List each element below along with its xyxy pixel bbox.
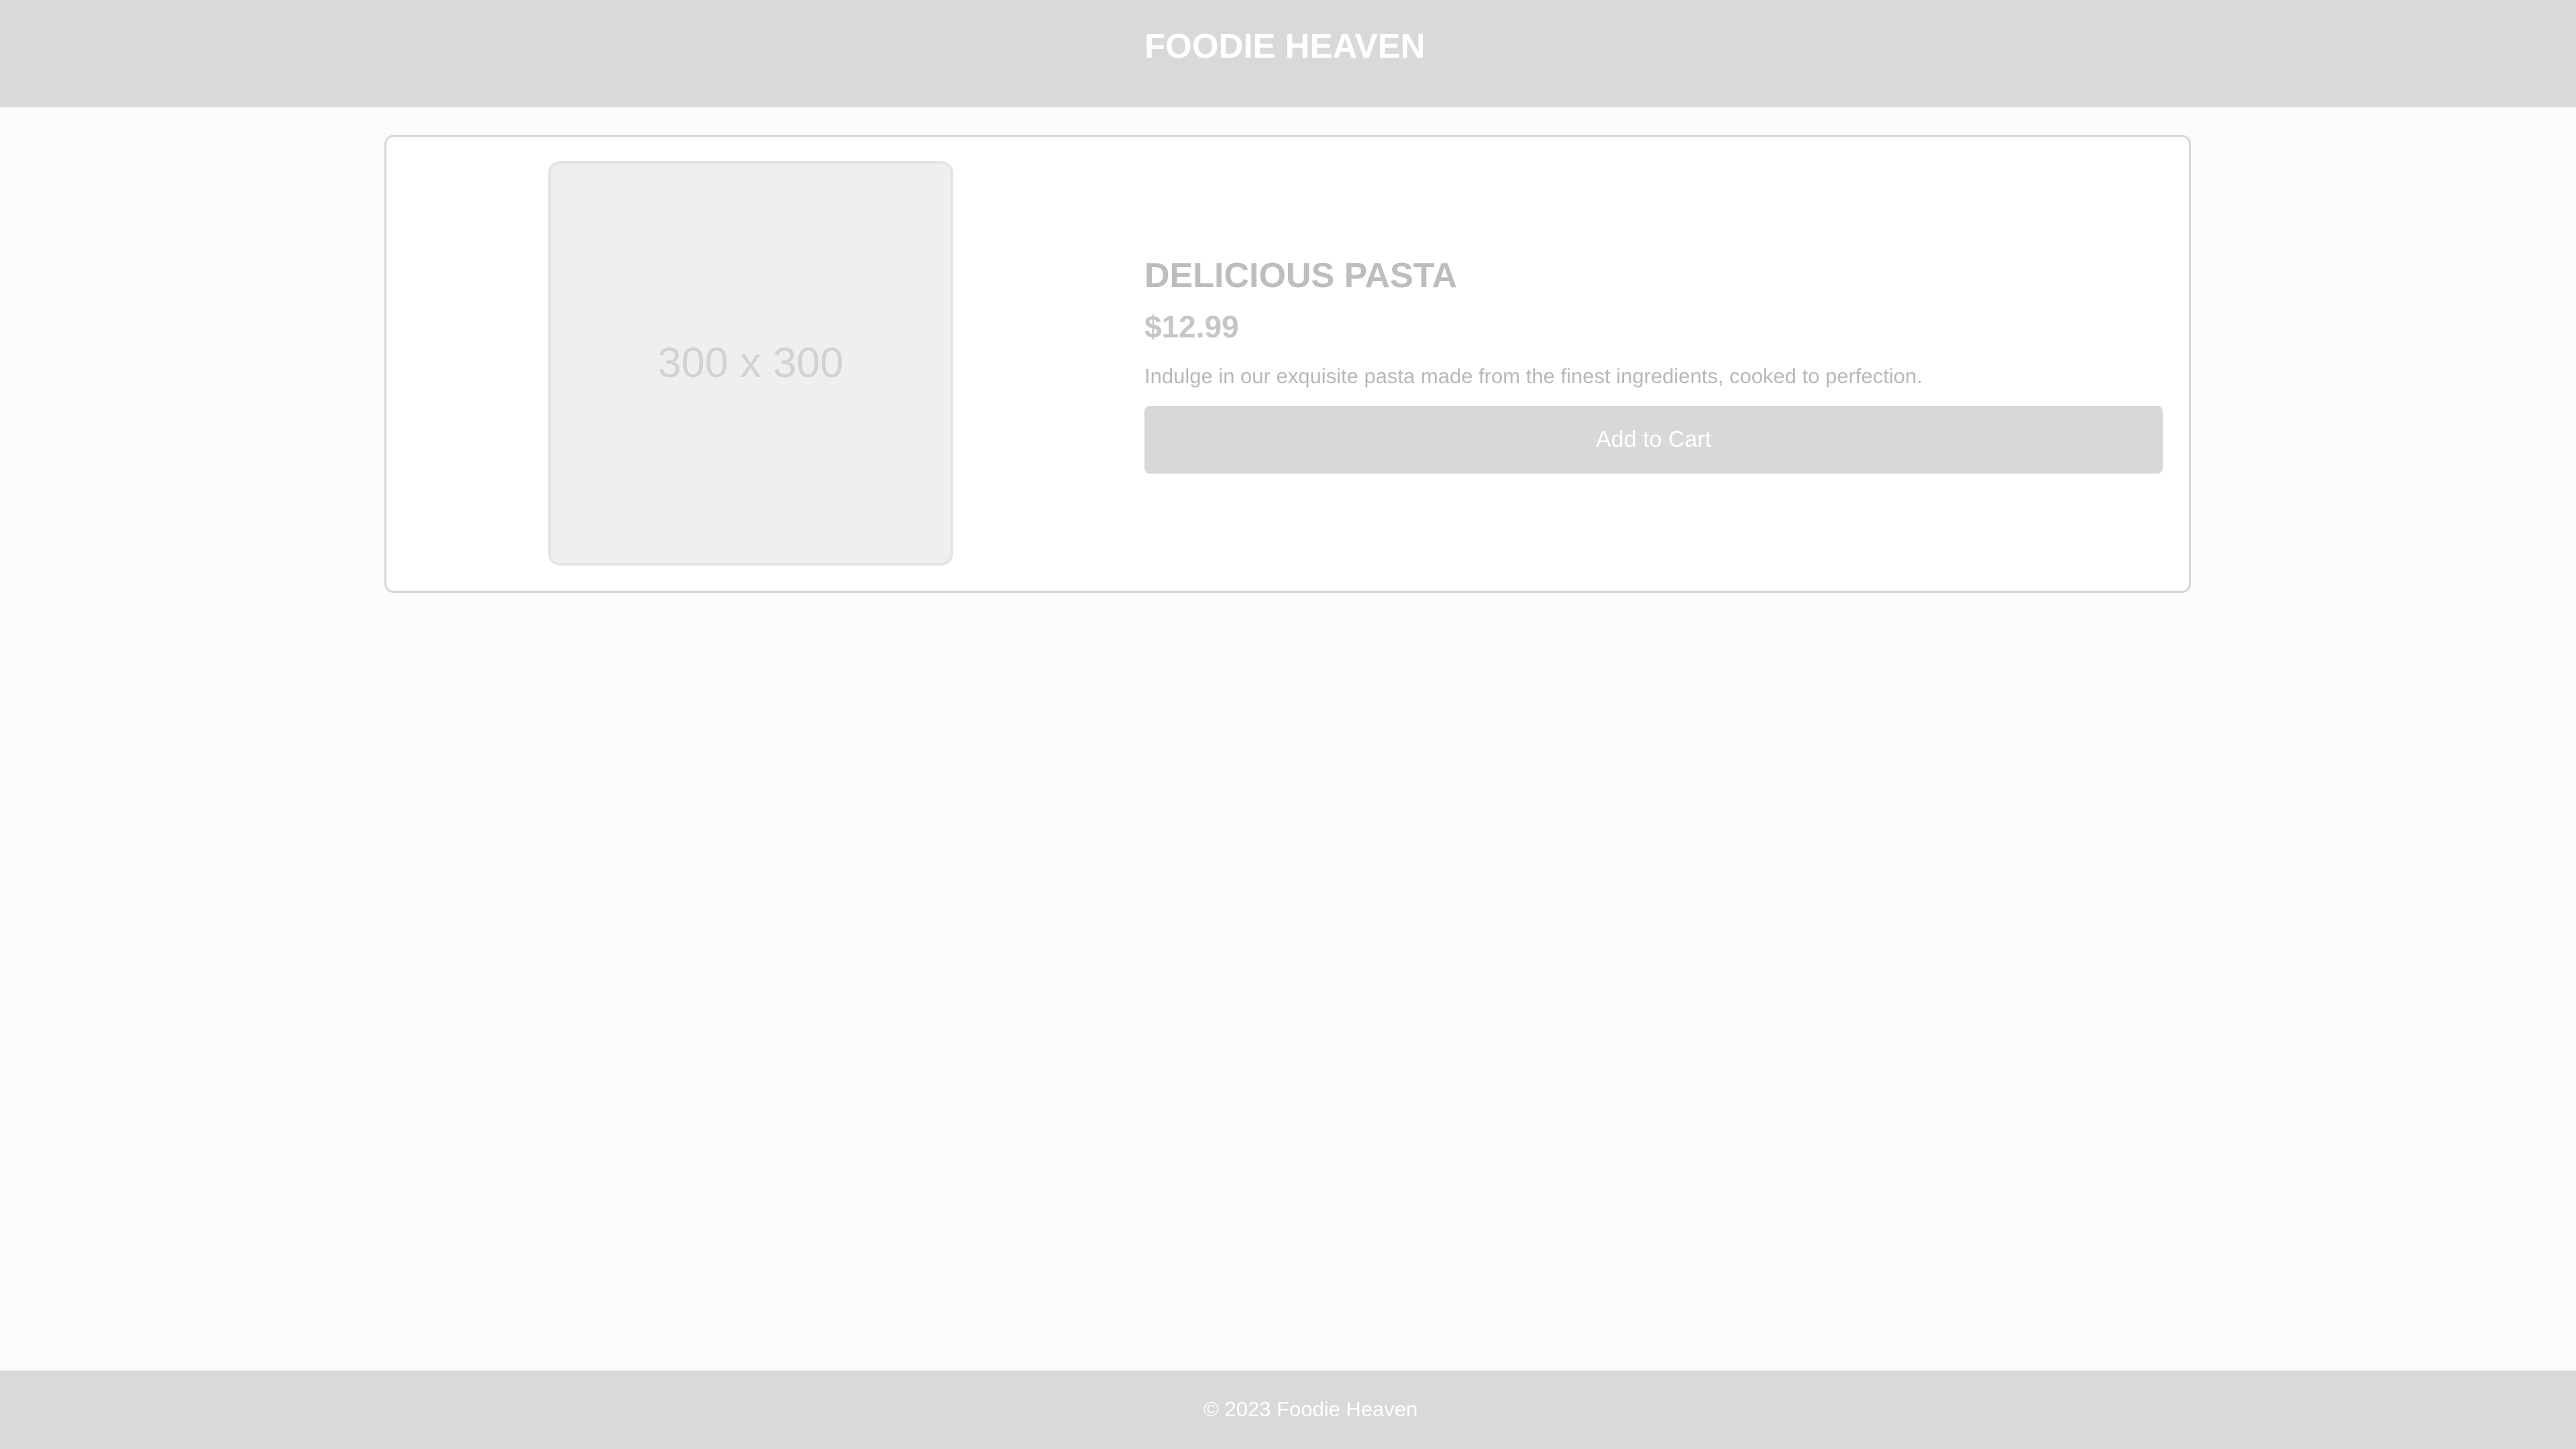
image-placeholder-text: 300 x 300 bbox=[657, 339, 844, 386]
product-name: DELICIOUS PASTA bbox=[1144, 256, 1458, 295]
product-price: $12.99 bbox=[1144, 309, 1239, 344]
site-header: FOODIE HEAVEN bbox=[0, 0, 2576, 107]
footer-copyright: © 2023 Foodie Heaven bbox=[1203, 1397, 1418, 1421]
product-image: 300 x 300 bbox=[548, 161, 953, 566]
add-to-cart-button[interactable]: Add to Cart bbox=[1144, 406, 2163, 474]
product-description: Indulge in our exquisite pasta made from… bbox=[1144, 364, 1923, 388]
site-title: FOODIE HEAVEN bbox=[1144, 27, 1426, 65]
